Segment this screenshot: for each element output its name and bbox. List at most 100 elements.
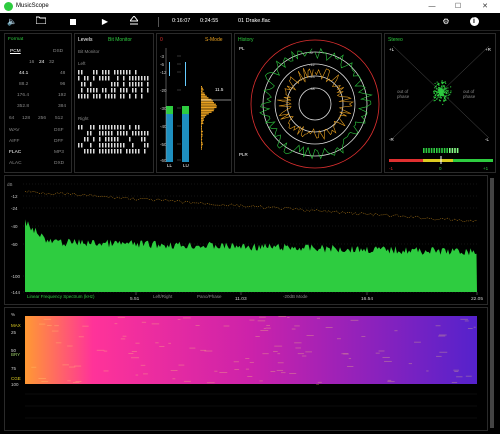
minimize-button[interactable]: — <box>422 1 442 12</box>
bit-cell <box>78 125 80 130</box>
stereo-dot <box>443 85 446 87</box>
bit-cell <box>141 94 143 99</box>
correlation-bar-pos <box>453 159 493 162</box>
mode-pano-phase[interactable]: Pano/Phase <box>197 294 222 299</box>
bit-cell <box>138 76 140 81</box>
bit-cell <box>87 94 89 99</box>
spectrogram: %255075100MAXBRYCGE <box>11 312 477 419</box>
rate-352-8: 352.8 <box>17 104 30 109</box>
gear-icon[interactable]: ⚙ <box>440 16 452 28</box>
stereo-dot <box>439 96 442 98</box>
spectrogram-streak <box>297 353 304 355</box>
bit-cell <box>111 82 113 87</box>
codec-flac: FLAC <box>9 150 22 155</box>
mode-left-right[interactable]: Left/Right <box>153 294 172 299</box>
stereo-dot <box>441 85 443 87</box>
pl-label: PL <box>239 46 245 51</box>
stereo-dot <box>436 94 439 97</box>
bit-cell <box>114 88 116 93</box>
stereo-dot <box>434 85 437 87</box>
info-icon[interactable]: i <box>468 16 480 28</box>
histogram-bar <box>201 145 203 147</box>
spectrogram-y-tick: 25 <box>11 330 17 335</box>
bit-cell <box>126 131 128 136</box>
bit-cell <box>81 70 83 75</box>
spectrogram-streak <box>350 319 359 321</box>
histogram-bar <box>201 146 202 149</box>
spectrum-y-tick: -40 <box>11 224 18 229</box>
spectrogram-streak <box>294 342 302 344</box>
spectrogram-streak <box>135 342 140 344</box>
bit-cell <box>93 76 95 81</box>
bit-cell <box>135 125 137 130</box>
spectrogram-streak <box>159 346 165 347</box>
spectrogram-streak <box>343 353 349 355</box>
stereo-dot <box>447 87 449 89</box>
spectrogram-streak <box>131 351 137 352</box>
stereo-dot <box>438 84 440 86</box>
stereo-dot <box>445 82 447 84</box>
bit-cell <box>135 82 137 87</box>
stereo-dot <box>442 93 444 95</box>
bit-cell <box>90 131 92 136</box>
speaker-icon[interactable]: 🔈 <box>6 16 18 28</box>
spectrogram-streak <box>259 380 263 382</box>
maximize-button[interactable]: ☐ <box>448 1 468 12</box>
play-icon[interactable]: ▶ <box>99 16 111 28</box>
stereo-dot <box>445 99 447 101</box>
bit-cell <box>114 143 116 148</box>
spectrogram-streak <box>55 342 62 344</box>
spectrogram-streak <box>249 361 254 363</box>
track-name: 01 Drake.flac <box>238 18 271 24</box>
stereo-dot <box>436 81 438 83</box>
spectrogram-streak <box>277 362 284 364</box>
correlation-segment <box>443 148 446 153</box>
stereo-dot <box>439 89 441 91</box>
rate-96: 96 <box>60 82 66 87</box>
spectrogram-streak <box>140 364 146 366</box>
bit-cell <box>84 76 86 81</box>
bit-cell <box>123 94 125 99</box>
bit-cell <box>123 143 125 148</box>
bit-cell <box>105 88 107 93</box>
spectrogram-streak <box>435 325 441 327</box>
bit-monitor-tab[interactable]: Bit Monitor <box>108 37 132 43</box>
bit-cell <box>108 76 110 81</box>
correlation-max: +1 <box>483 166 489 171</box>
stereo-dot <box>443 89 445 91</box>
close-button[interactable]: ✕ <box>475 1 495 12</box>
histogram-bar <box>201 148 202 150</box>
bit-cell <box>78 70 80 75</box>
spectrum-x-tick: 11.03 <box>235 296 247 302</box>
left-bit-grid <box>78 70 149 99</box>
spectrogram-streak <box>270 371 276 372</box>
spectrogram-streak <box>291 328 296 330</box>
stereo-dot <box>442 103 444 106</box>
codec-wav: WAV <box>9 128 20 133</box>
spectrogram-streak <box>54 325 59 327</box>
bit-cell <box>114 149 116 154</box>
bit-cell <box>102 70 104 75</box>
spectrogram-streak <box>233 361 239 363</box>
spectrogram-heat <box>25 316 477 384</box>
bit-cell <box>111 149 113 154</box>
vertical-scrollbar[interactable] <box>490 178 494 428</box>
spectrogram-streak <box>255 336 260 338</box>
mode-minus-20db[interactable]: -20dB Mode <box>283 294 308 299</box>
correlation-segment <box>454 148 456 153</box>
spectrogram-streak <box>347 365 354 367</box>
spectrogram-streak <box>67 345 73 347</box>
stop-icon[interactable] <box>67 16 79 28</box>
histogram-bar <box>201 94 206 96</box>
histogram-bar <box>201 108 215 110</box>
dsd-64: 64 <box>9 116 15 121</box>
eject-icon[interactable] <box>128 15 140 28</box>
bit-cell <box>111 125 113 130</box>
spectrogram-side-label: CGE <box>11 376 21 381</box>
spectrogram-streak <box>265 327 271 329</box>
folder-icon[interactable] <box>35 16 47 28</box>
spectrogram-streak <box>103 350 108 352</box>
bit-cell <box>87 149 89 154</box>
stereo-dot <box>433 90 435 92</box>
bit-cell <box>117 137 119 142</box>
